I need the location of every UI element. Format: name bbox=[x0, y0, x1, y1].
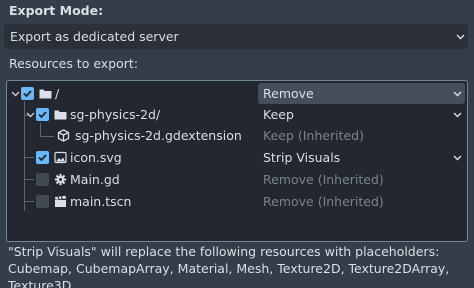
clapperboard-scene-icon bbox=[55, 195, 66, 207]
export-mode-selected-value: Export as dedicated server bbox=[10, 29, 179, 44]
strip-visuals-info-text: "Strip Visuals" will replace the followi… bbox=[8, 244, 450, 288]
row-action-value[interactable]: Remove (Inherited) bbox=[263, 194, 384, 209]
row-action-value[interactable]: Keep bbox=[263, 107, 294, 122]
row-action-value[interactable]: Keep (Inherited) bbox=[263, 128, 364, 143]
row-checkbox-checked[interactable] bbox=[36, 108, 49, 121]
checkmark-icon bbox=[23, 90, 32, 98]
resources-tree[interactable]: / Remove sg-physics-2d/ Keep sg-physics-… bbox=[6, 80, 468, 242]
tree-row-icon-svg[interactable]: icon.svg Strip Visuals bbox=[7, 147, 467, 168]
tree-row-gdextension[interactable]: sg-physics-2d.gdextension Keep (Inherite… bbox=[7, 125, 467, 146]
row-name: icon.svg bbox=[70, 150, 122, 165]
chevron-down-icon bbox=[456, 34, 465, 40]
row-name: sg-physics-2d/ bbox=[70, 107, 161, 122]
chevron-down-icon[interactable] bbox=[453, 91, 462, 97]
row-name: main.tscn bbox=[70, 194, 132, 209]
row-checkbox-checked[interactable] bbox=[21, 87, 34, 100]
checkmark-icon bbox=[38, 154, 47, 162]
row-name: / bbox=[55, 86, 60, 101]
row-name: sg-physics-2d.gdextension bbox=[75, 128, 242, 143]
row-checkbox-unchecked[interactable] bbox=[36, 173, 49, 186]
image-icon bbox=[54, 151, 67, 164]
chevron-down-icon[interactable] bbox=[453, 155, 462, 161]
row-action-value[interactable]: Strip Visuals bbox=[263, 150, 340, 165]
tree-row-root[interactable]: / Remove bbox=[7, 83, 467, 104]
tree-row-sg-physics-2d-folder[interactable]: sg-physics-2d/ Keep bbox=[7, 104, 467, 125]
extension-cube-icon bbox=[57, 129, 70, 142]
checkmark-icon bbox=[38, 111, 47, 119]
export-resources-panel: Export Mode: Export as dedicated server … bbox=[0, 0, 474, 288]
export-mode-dropdown[interactable]: Export as dedicated server bbox=[4, 24, 468, 49]
row-name: Main.gd bbox=[70, 172, 120, 187]
export-mode-label: Export Mode: bbox=[9, 3, 104, 18]
row-checkbox-unchecked[interactable] bbox=[36, 195, 49, 208]
expand-arrow-icon[interactable] bbox=[26, 112, 35, 118]
expand-arrow-icon[interactable] bbox=[11, 91, 20, 97]
row-action-value[interactable]: Remove bbox=[263, 86, 314, 101]
folder-icon bbox=[39, 89, 52, 99]
chevron-down-icon[interactable] bbox=[453, 112, 462, 118]
tree-row-main-tscn[interactable]: main.tscn Remove (Inherited) bbox=[7, 191, 467, 212]
gear-script-icon bbox=[54, 173, 67, 186]
tree-row-main-gd[interactable]: Main.gd Remove (Inherited) bbox=[7, 169, 467, 190]
row-checkbox-checked[interactable] bbox=[36, 151, 49, 164]
row-action-value[interactable]: Remove (Inherited) bbox=[263, 172, 384, 187]
folder-icon bbox=[54, 110, 67, 120]
resources-to-export-label: Resources to export: bbox=[9, 56, 139, 71]
